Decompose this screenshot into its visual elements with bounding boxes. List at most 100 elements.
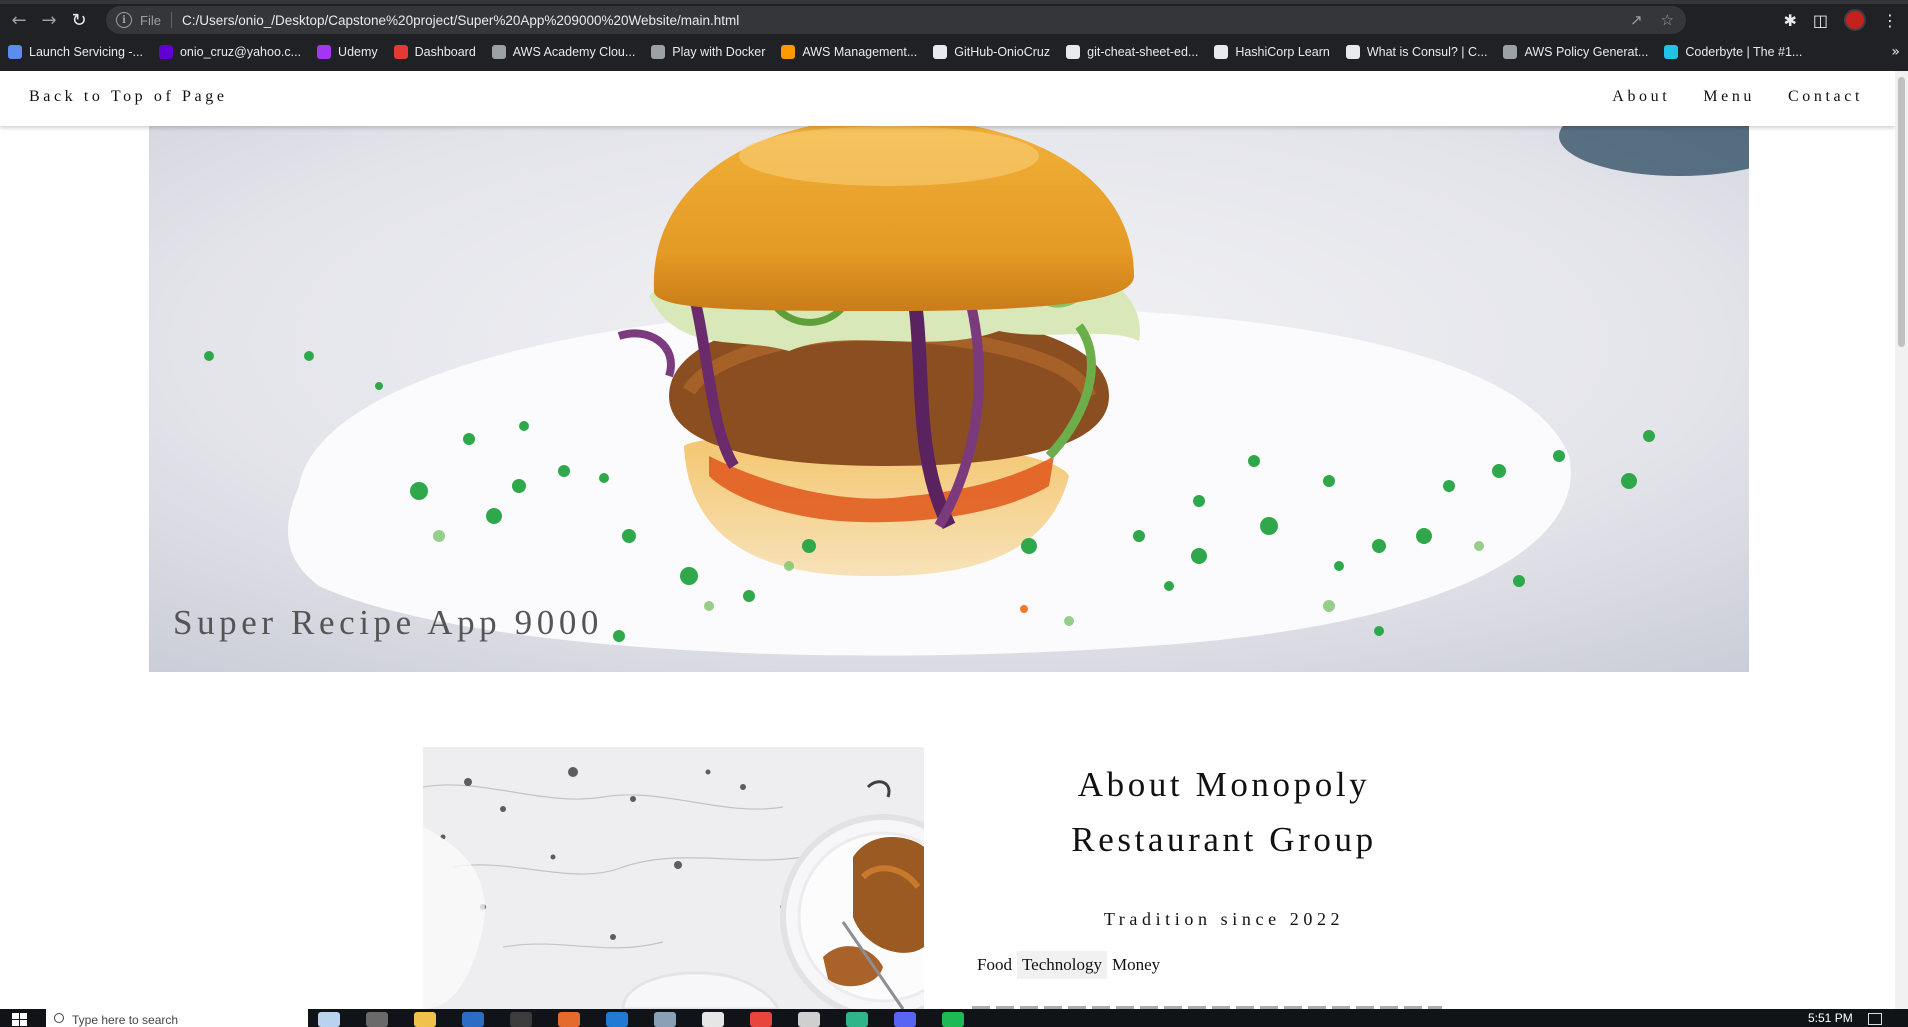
about-body-text-clipped — [972, 999, 1442, 1009]
notepad-icon[interactable] — [702, 1012, 724, 1027]
back-arrow-icon[interactable]: ← — [4, 5, 34, 35]
bookmark-favicon-icon — [1503, 45, 1518, 59]
bookmark-item[interactable]: AWS Policy Generat... — [1503, 45, 1648, 59]
bookmark-item[interactable]: Udemy — [317, 45, 378, 59]
nav-links: About Menu Contact — [1612, 88, 1863, 106]
bookmark-favicon-icon — [1664, 45, 1679, 59]
about-tabs: Food Technology Money — [972, 951, 1165, 979]
browser-menu-icon[interactable]: ⋮ — [1882, 11, 1898, 30]
bookmark-item[interactable]: Coderbyte | The #1... — [1664, 45, 1802, 59]
bookmark-favicon-icon — [158, 45, 173, 59]
bookmark-label: onio_cruz@yahoo.c... — [179, 45, 302, 59]
chat-app-icon[interactable] — [846, 1012, 868, 1027]
storage-app-icon[interactable] — [654, 1012, 676, 1027]
bookmark-favicon-icon — [8, 45, 22, 59]
side-panel-icon[interactable]: ◫ — [1813, 11, 1828, 30]
site-navbar: Back to Top of Page About Menu Contact — [0, 71, 1895, 126]
vscode-icon[interactable] — [606, 1012, 628, 1027]
bookmark-item[interactable]: What is Consul? | C... — [1345, 45, 1488, 59]
widgets-icon[interactable] — [318, 1012, 340, 1027]
search-icon — [54, 1013, 64, 1023]
bookmark-label: AWS Academy Clou... — [512, 45, 636, 59]
bookmark-item[interactable]: AWS Management... — [781, 45, 917, 59]
windows-start-icon[interactable] — [12, 1013, 28, 1027]
bookmark-item[interactable]: Play with Docker — [651, 45, 765, 59]
chrome-icon[interactable] — [750, 1012, 772, 1027]
bookmark-label: GitHub-OnioCruz — [954, 45, 1051, 59]
share-icon[interactable]: ↗ — [1630, 11, 1643, 29]
bookmark-item[interactable]: AWS Academy Clou... — [491, 45, 636, 59]
bookmark-label: git-cheat-sheet-ed... — [1087, 45, 1199, 59]
address-bar[interactable]: i File C:/Users/onio_/Desktop/Capstone%2… — [106, 6, 1686, 34]
tab-money[interactable]: Money — [1107, 951, 1165, 979]
file-scheme-label: File — [140, 12, 161, 28]
tab-food[interactable]: Food — [972, 951, 1017, 979]
taskbar-clock[interactable]: 5:51 PM — [1808, 1011, 1853, 1025]
info-icon[interactable]: i — [116, 12, 132, 28]
mail-icon[interactable] — [462, 1012, 484, 1027]
extensions-puzzle-icon[interactable]: ✱ — [1783, 11, 1796, 30]
bookmark-favicon-icon — [491, 45, 506, 59]
reload-icon[interactable]: ↻ — [64, 5, 94, 35]
bookmark-item[interactable]: onio_cruz@yahoo.c... — [158, 45, 302, 59]
forward-arrow-icon[interactable]: → — [34, 5, 64, 35]
bookmark-label: What is Consul? | C... — [1366, 45, 1488, 59]
bookmark-favicon-icon — [1345, 45, 1360, 59]
bookmark-label: HashiCorp Learn — [1235, 45, 1330, 59]
nav-link-contact[interactable]: Contact — [1788, 88, 1863, 106]
bookmark-favicon-icon — [933, 45, 948, 59]
bookmark-label: Udemy — [338, 45, 378, 59]
browser-chrome: ← → ↻ i File C:/Users/onio_/Desktop/Caps… — [0, 0, 1908, 71]
scrollbar-thumb[interactable] — [1898, 77, 1905, 347]
discord-icon[interactable] — [894, 1012, 916, 1027]
bookmark-favicon-icon — [1066, 45, 1081, 59]
spotify-icon[interactable] — [942, 1012, 964, 1027]
nav-link-menu[interactable]: Menu — [1703, 88, 1755, 106]
bookmark-item[interactable]: GitHub-OnioCruz — [933, 45, 1050, 59]
about-section-image — [423, 747, 924, 1009]
profile-avatar[interactable] — [1844, 9, 1866, 31]
task-view-icon[interactable] — [366, 1012, 388, 1027]
hero-title: Super Recipe App 9000 — [173, 603, 604, 642]
taskbar-search-placeholder: Type here to search — [72, 1013, 179, 1027]
bookmark-item[interactable]: git-cheat-sheet-ed... — [1066, 45, 1198, 59]
taskbar-search-box[interactable]: Type here to search — [46, 1009, 308, 1027]
omnibox-divider — [170, 12, 172, 28]
about-subtitle: Tradition since 2022 — [1103, 909, 1345, 929]
browser-toolbar: ← → ↻ i File C:/Users/onio_/Desktop/Caps… — [0, 4, 1908, 36]
bookmark-item[interactable]: Launch Servicing -... — [8, 45, 143, 59]
bookmark-favicon-icon — [1214, 45, 1229, 59]
bookmark-favicon-icon — [393, 45, 408, 59]
bookmark-label: Launch Servicing -... — [29, 45, 143, 59]
bookmark-label: Dashboard — [414, 45, 476, 59]
bookmark-label: Play with Docker — [672, 45, 766, 59]
nav-link-about[interactable]: About — [1612, 88, 1670, 106]
bookmark-favicon-icon — [781, 45, 796, 59]
taskbar-app-icons — [318, 1012, 964, 1027]
back-to-top-link[interactable]: Back to Top of Page — [29, 88, 228, 106]
burger-hero-image — [149, 126, 1749, 672]
notification-icon[interactable] — [1868, 1013, 1882, 1025]
url-text[interactable]: C:/Users/onio_/Desktop/Capstone%20projec… — [182, 13, 739, 28]
settings-gear-icon[interactable] — [798, 1012, 820, 1027]
bookmark-label: AWS Management... — [802, 45, 918, 59]
office-icon[interactable] — [558, 1012, 580, 1027]
page-viewport: Back to Top of Page About Menu Contact S… — [0, 71, 1895, 1009]
bookmarks-bar: Launch Servicing -... onio_cruz@yahoo.c..… — [0, 38, 1908, 66]
about-heading-line-2: Restaurant Group — [1071, 820, 1377, 859]
tab-technology[interactable]: Technology — [1016, 951, 1107, 979]
bookmark-label: AWS Policy Generat... — [1524, 45, 1649, 59]
bookmark-label: Coderbyte | The #1... — [1685, 45, 1803, 59]
terminal-icon[interactable] — [510, 1012, 532, 1027]
bookmark-item[interactable]: Dashboard — [393, 45, 476, 59]
page-scrollbar[interactable] — [1895, 71, 1908, 1009]
hero-banner: Super Recipe App 9000 — [149, 126, 1749, 672]
bookmark-star-icon[interactable]: ☆ — [1661, 11, 1674, 29]
bookmarks-overflow-chevron-icon[interactable]: » — [1891, 38, 1900, 66]
windows-taskbar: Type here to search 5:51 PM — [0, 1009, 1908, 1027]
file-explorer-icon[interactable] — [414, 1012, 436, 1027]
about-heading: About Monopoly Restaurant Group — [950, 757, 1498, 867]
marble-plate-image — [423, 747, 924, 1009]
bookmark-item[interactable]: HashiCorp Learn — [1214, 45, 1330, 59]
bookmark-favicon-icon — [317, 45, 332, 59]
